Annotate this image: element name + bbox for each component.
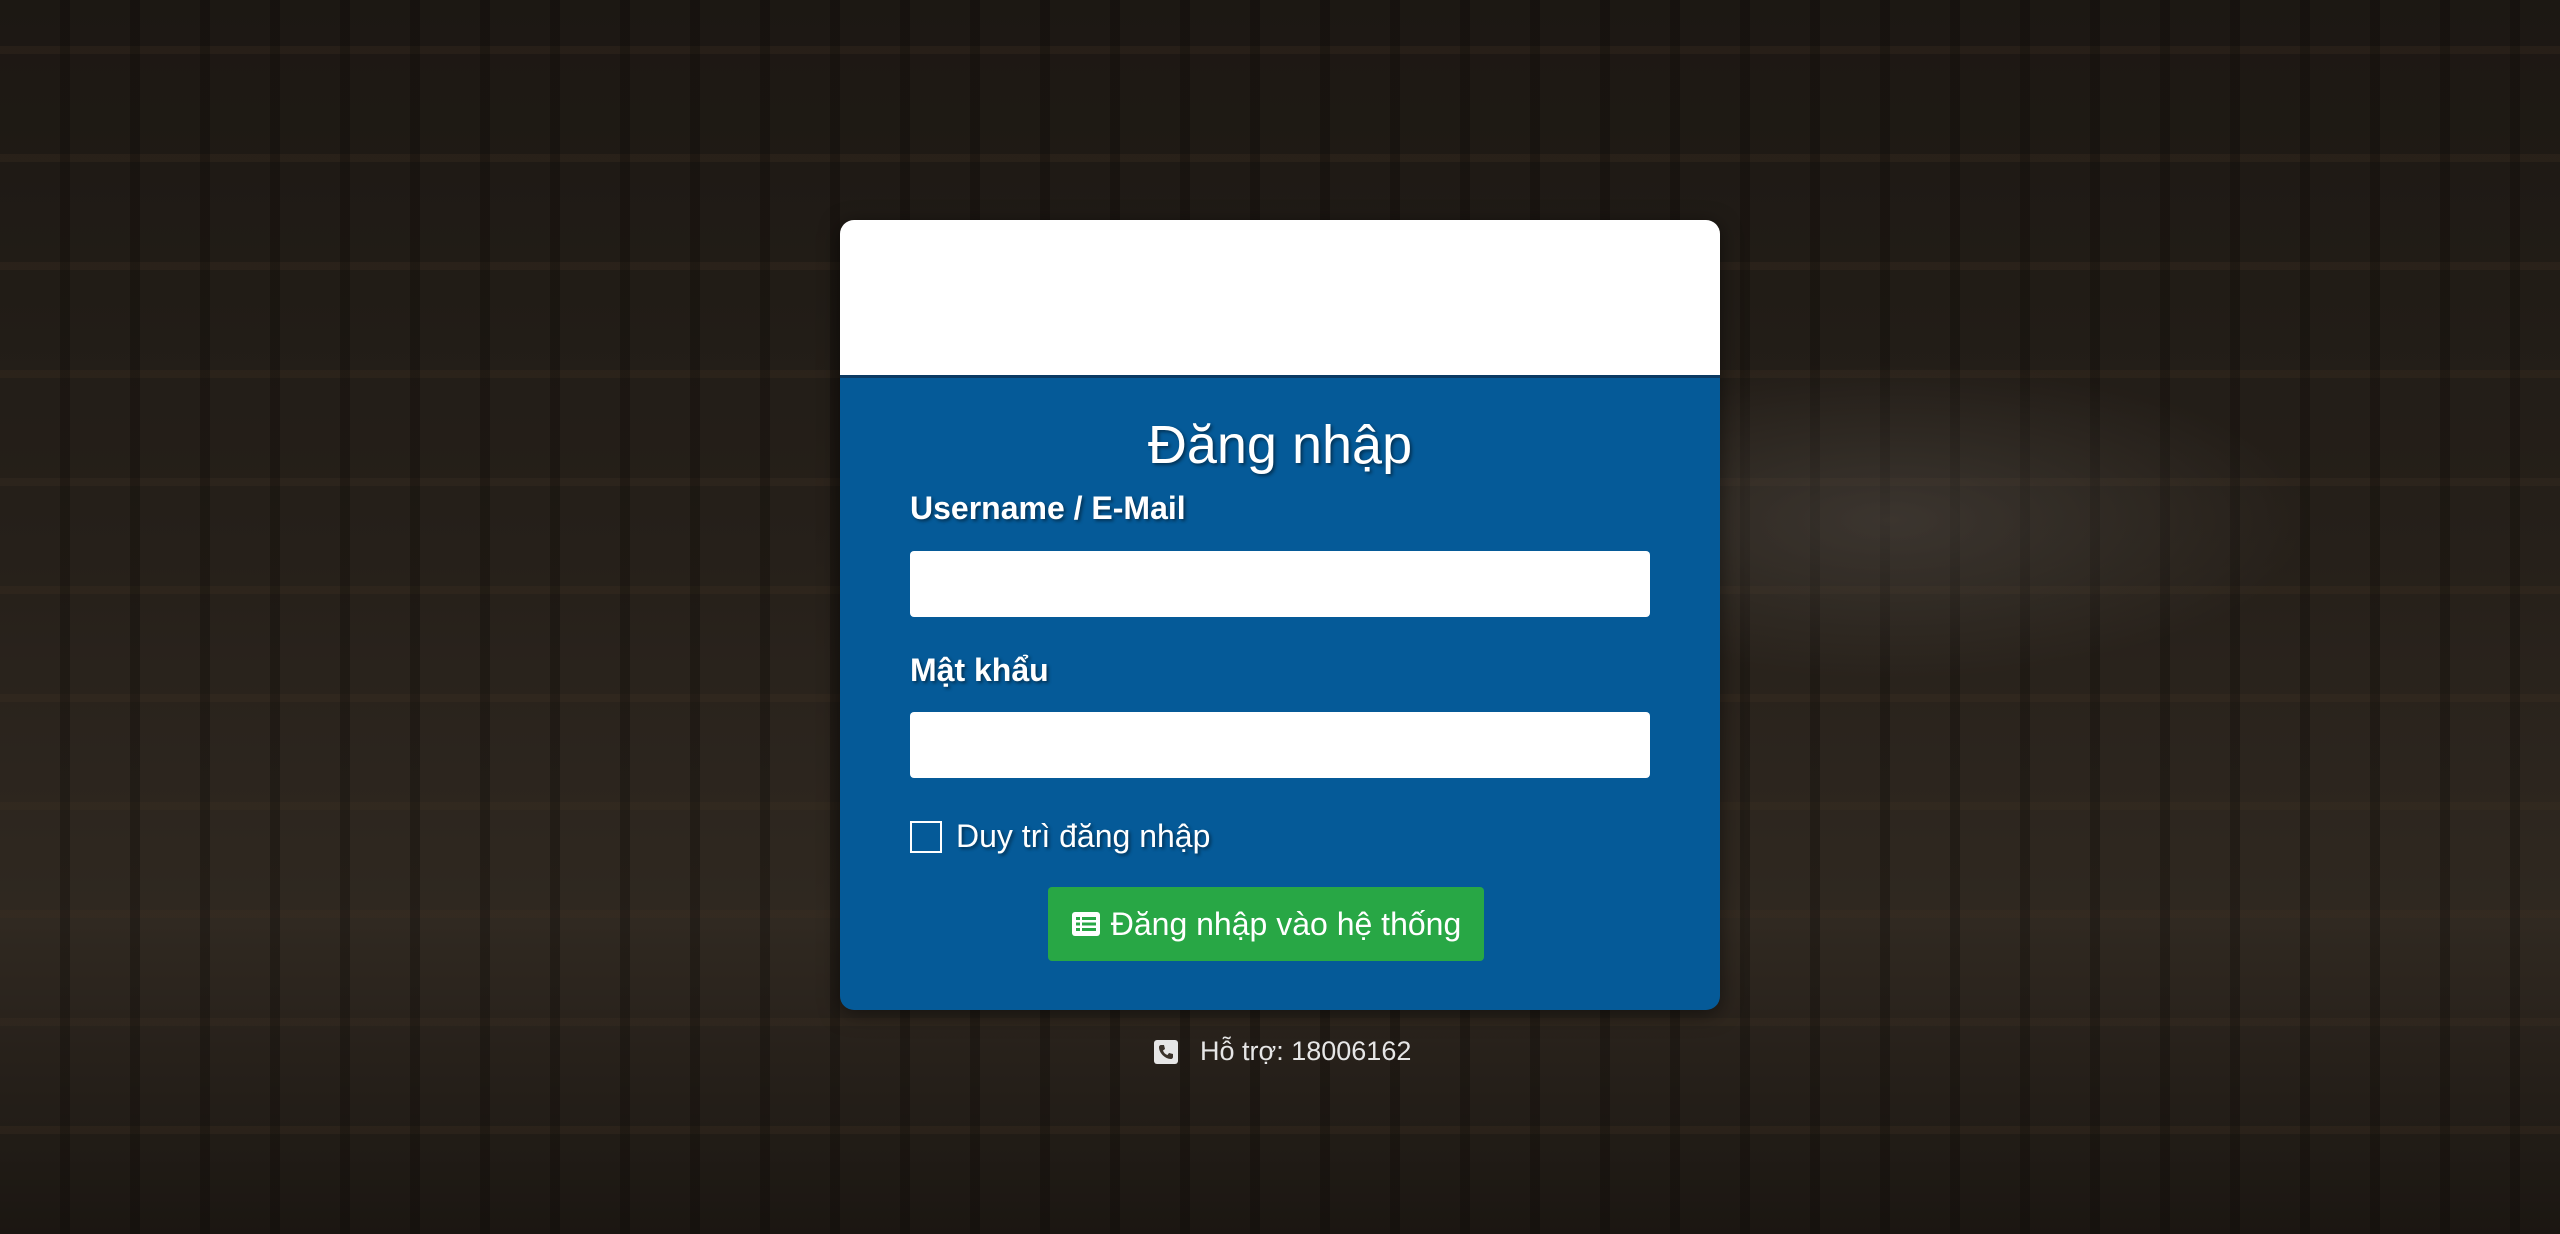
login-submit-label: Đăng nhập vào hệ thống [1110, 905, 1462, 942]
login-card: Đăng nhập Username / E-Mail Mật khẩu Duy… [840, 220, 1720, 1010]
remember-checkbox[interactable] [910, 820, 942, 853]
login-title: Đăng nhập [1147, 415, 1413, 475]
login-submit-button[interactable]: Đăng nhập vào hệ thống [1048, 887, 1484, 961]
list-icon [1071, 912, 1100, 936]
phone-square-icon [1154, 1039, 1178, 1064]
login-card-header [840, 220, 1720, 378]
password-label: Mật khẩu [910, 652, 1049, 688]
login-form: Đăng nhập Username / E-Mail Mật khẩu Duy… [840, 378, 1720, 1010]
support-info: Hỗ trợ: 18006162 [1154, 1036, 1411, 1067]
username-input[interactable] [910, 551, 1650, 617]
username-label: Username / E-Mail [910, 490, 1186, 526]
remember-me[interactable]: Duy trì đăng nhập [910, 818, 1210, 855]
support-text: Hỗ trợ: 18006162 [1200, 1036, 1412, 1066]
password-input[interactable] [910, 712, 1650, 778]
remember-label: Duy trì đăng nhập [956, 818, 1211, 854]
